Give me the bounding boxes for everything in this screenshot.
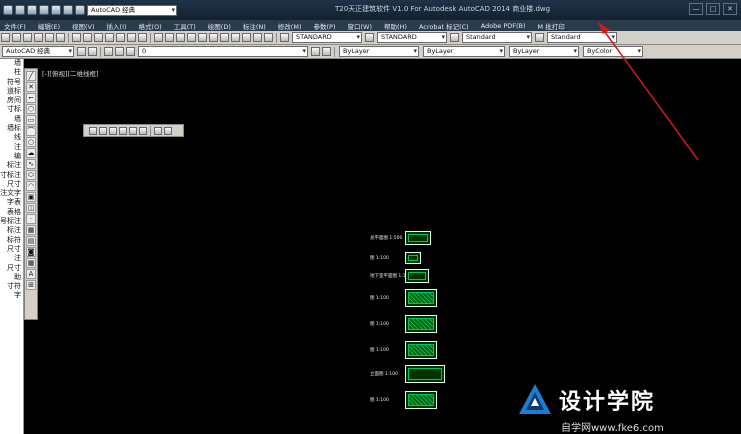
- watermark-url: 自学网www.fke6.com: [561, 423, 664, 434]
- watermark-logo: 设计学院: [517, 382, 655, 418]
- annotation-arrow: [598, 22, 699, 161]
- logo-icon: [519, 384, 551, 414]
- arrow-shaft: [601, 27, 699, 161]
- arrow-head: [598, 22, 610, 34]
- logo-text: 设计学院: [559, 390, 656, 415]
